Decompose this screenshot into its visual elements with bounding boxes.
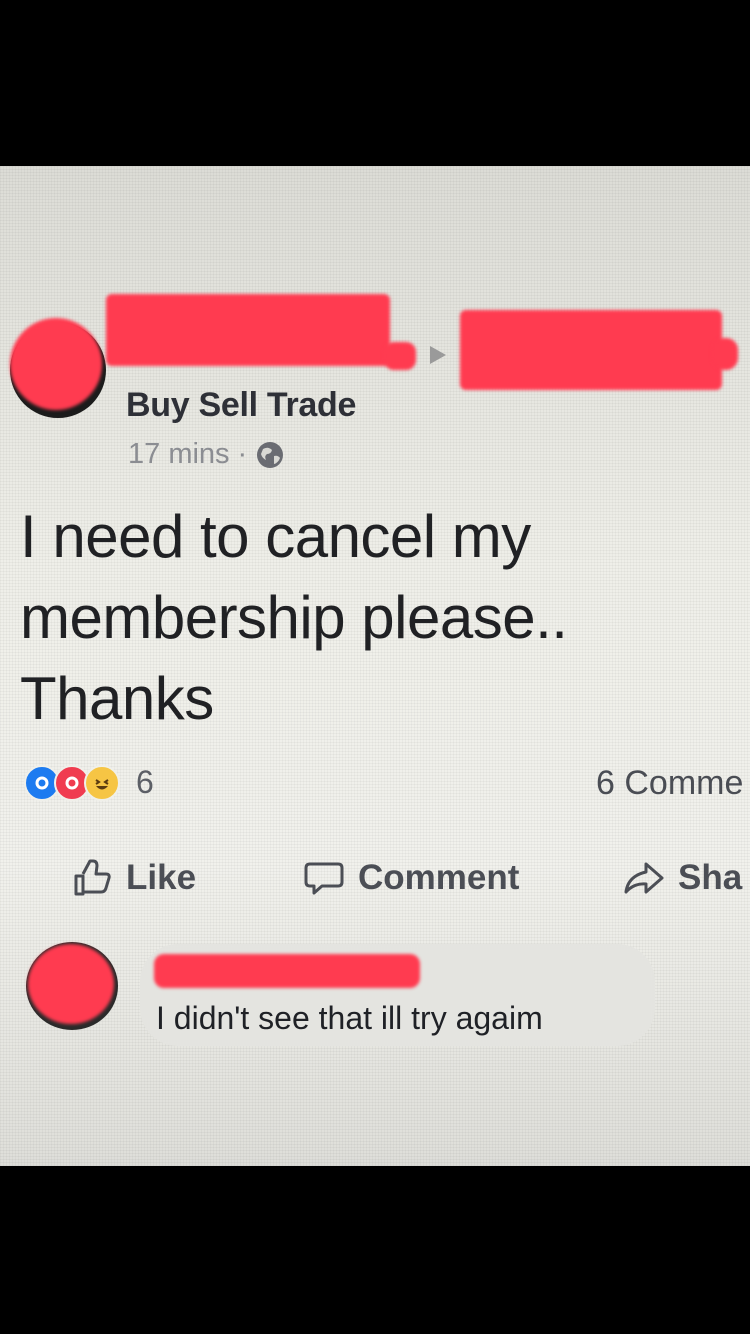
top-black-bar: [0, 0, 750, 166]
commenter-avatar-redaction: [28, 944, 114, 1024]
reaction-count: 6: [136, 764, 154, 800]
post-body: I need to cancel my membership please.. …: [20, 496, 720, 739]
haha-reaction-icon: [84, 764, 120, 801]
group-name[interactable]: Buy Sell Trade: [126, 386, 356, 425]
share-arrow-icon: [624, 862, 664, 894]
like-button[interactable]: Like: [70, 856, 196, 900]
share-button[interactable]: Sha: [622, 856, 742, 900]
commenter-avatar[interactable]: [26, 942, 118, 1030]
group-target-redaction-tail: [712, 338, 738, 370]
commenter-name-redaction[interactable]: [154, 954, 420, 988]
post-action-bar: Like Comment Sha: [0, 856, 750, 906]
author-name-redaction[interactable]: [106, 294, 390, 366]
comment-label: Comment: [358, 858, 520, 897]
avatar-redaction: [10, 318, 102, 410]
post-text-line: Thanks: [20, 665, 214, 732]
group-target-redaction[interactable]: [460, 310, 722, 390]
comment-text: I didn't see that ill try agaim: [156, 1000, 543, 1036]
comment-count-link[interactable]: 6 Comme: [596, 764, 743, 803]
globe-icon: [257, 441, 284, 468]
comment-button[interactable]: Comment: [302, 856, 519, 900]
thumbs-up-icon: [74, 859, 111, 896]
speech-bubble-icon: [304, 862, 344, 895]
share-label: Sha: [678, 858, 743, 897]
author-name-redaction-tail: [384, 342, 416, 370]
post-timestamp[interactable]: 17 mins: [128, 438, 230, 471]
post-text-line: membership please..: [20, 584, 568, 651]
meta-separator: ·: [237, 438, 248, 470]
arrow-right-icon: [430, 346, 446, 364]
reaction-summary[interactable]: 6: [24, 764, 154, 801]
author-avatar[interactable]: [10, 318, 106, 418]
bottom-black-bar: [0, 1166, 750, 1334]
post-text-line: I need to cancel my: [20, 503, 531, 570]
post-meta: 17 mins ·: [128, 438, 285, 471]
like-label: Like: [126, 858, 197, 897]
facebook-post-photo: Buy Sell Trade 17 mins · I need to cance…: [0, 166, 750, 1166]
